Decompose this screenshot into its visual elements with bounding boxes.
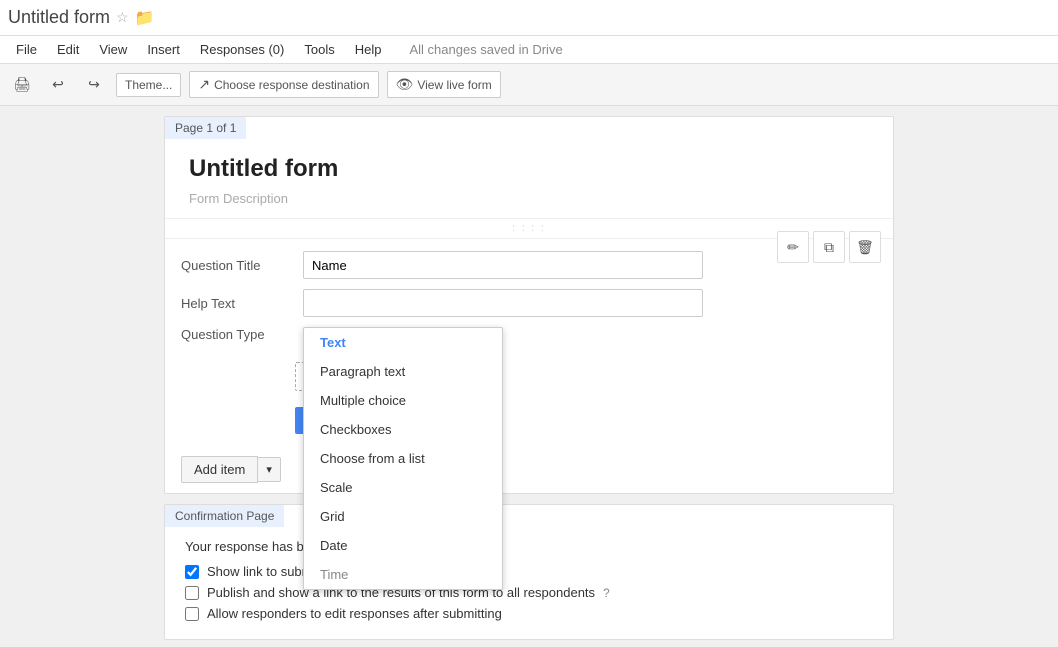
choose-response-button[interactable]: ↗ Choose response destination bbox=[189, 71, 378, 98]
help-text-row: Help Text bbox=[181, 289, 877, 317]
form-header: Untitled form Form Description bbox=[165, 139, 893, 219]
checkbox-2[interactable] bbox=[185, 607, 199, 621]
question-title-label: Question Title bbox=[181, 258, 291, 273]
confirmation-text: Your response has been recorded. bbox=[185, 539, 873, 554]
view-live-icon: 👁 bbox=[396, 76, 414, 93]
print-button[interactable]: 🖨 bbox=[8, 71, 36, 99]
star-icon[interactable]: ☆ bbox=[116, 9, 129, 26]
choose-response-label: Choose response destination bbox=[214, 78, 369, 92]
toolbar: 🖨 ↩ ↪ Theme... ↗ Choose response destina… bbox=[0, 64, 1058, 106]
help-icon-1[interactable]: ? bbox=[603, 586, 610, 600]
checkbox-label-2: Allow responders to edit responses after… bbox=[207, 606, 502, 621]
menu-help[interactable]: Help bbox=[347, 40, 390, 59]
type-multiple-choice[interactable]: Multiple choice bbox=[304, 386, 502, 415]
theme-button[interactable]: Theme... bbox=[116, 73, 181, 97]
view-live-label: View live form bbox=[417, 78, 491, 92]
checkbox-1[interactable] bbox=[185, 586, 199, 600]
redo-button[interactable]: ↪ bbox=[80, 71, 108, 99]
add-item-area: Add item ▾ bbox=[165, 446, 893, 493]
type-checkboxes[interactable]: Checkboxes bbox=[304, 415, 502, 444]
form-title: Untitled form bbox=[189, 155, 869, 183]
help-text-label: Help Text bbox=[181, 296, 291, 311]
add-item-arrow-button[interactable]: ▾ bbox=[258, 457, 281, 482]
theme-label: Theme... bbox=[125, 78, 172, 92]
save-status: All changes saved in Drive bbox=[409, 42, 562, 57]
type-date[interactable]: Date bbox=[304, 531, 502, 560]
answer-preview: Their answer bbox=[165, 352, 893, 399]
question-type-row: Question Type Text Paragraph text Multip… bbox=[181, 327, 877, 342]
help-text-input[interactable] bbox=[303, 289, 703, 317]
form-card: Page 1 of 1 Untitled form Form Descripti… bbox=[164, 116, 894, 494]
response-icon: ↗ bbox=[198, 76, 210, 93]
question-title-input[interactable] bbox=[303, 251, 703, 279]
menu-file[interactable]: File bbox=[8, 40, 45, 59]
menu-view[interactable]: View bbox=[91, 40, 135, 59]
question-actions: ✏ ⧉ 🗑 bbox=[777, 231, 881, 263]
checkbox-row-1: Publish and show a link to the results o… bbox=[185, 585, 873, 600]
type-choose-list[interactable]: Choose from a list bbox=[304, 444, 502, 473]
type-scale[interactable]: Scale bbox=[304, 473, 502, 502]
delete-button[interactable]: 🗑 bbox=[849, 231, 881, 263]
type-time[interactable]: Time bbox=[304, 560, 502, 589]
question-title-row: Question Title bbox=[181, 251, 877, 279]
confirmation-card: Confirmation Page Your response has been… bbox=[164, 504, 894, 640]
confirmation-tab: Confirmation Page bbox=[165, 505, 284, 527]
form-description: Form Description bbox=[189, 191, 869, 206]
checkbox-row-2: Allow responders to edit responses after… bbox=[185, 606, 873, 621]
edit-button[interactable]: ✏ bbox=[777, 231, 809, 263]
menu-insert[interactable]: Insert bbox=[139, 40, 188, 59]
type-grid[interactable]: Grid bbox=[304, 502, 502, 531]
folder-icon[interactable]: 📁 bbox=[135, 8, 155, 28]
menu-responses[interactable]: Responses (0) bbox=[192, 40, 293, 59]
menu-bar: File Edit View Insert Responses (0) Tool… bbox=[0, 36, 1058, 64]
menu-tools[interactable]: Tools bbox=[296, 40, 342, 59]
done-area: Done bbox=[165, 399, 893, 446]
type-text[interactable]: Text bbox=[304, 328, 502, 357]
app-title: Untitled form bbox=[8, 7, 110, 28]
confirmation-body: Your response has been recorded. Show li… bbox=[165, 527, 893, 639]
main-content: Page 1 of 1 Untitled form Form Descripti… bbox=[0, 106, 1058, 647]
type-paragraph[interactable]: Paragraph text bbox=[304, 357, 502, 386]
question-type-label: Question Type bbox=[181, 327, 291, 342]
add-item-button[interactable]: Add item bbox=[181, 456, 258, 483]
question-type-dropdown[interactable]: Text Paragraph text Multiple choice Chec… bbox=[303, 327, 503, 590]
page-indicator: Page 1 of 1 bbox=[165, 117, 246, 139]
view-live-button[interactable]: 👁 View live form bbox=[387, 71, 501, 98]
menu-edit[interactable]: Edit bbox=[49, 40, 87, 59]
undo-button[interactable]: ↩ bbox=[44, 71, 72, 99]
checkbox-row-0: Show link to submit another response bbox=[185, 564, 873, 579]
title-bar: Untitled form ☆ 📁 bbox=[0, 0, 1058, 36]
checkbox-0[interactable] bbox=[185, 565, 199, 579]
copy-button[interactable]: ⧉ bbox=[813, 231, 845, 263]
question-section: : : : : ✏ ⧉ 🗑 Question Title Help Text bbox=[165, 219, 893, 446]
